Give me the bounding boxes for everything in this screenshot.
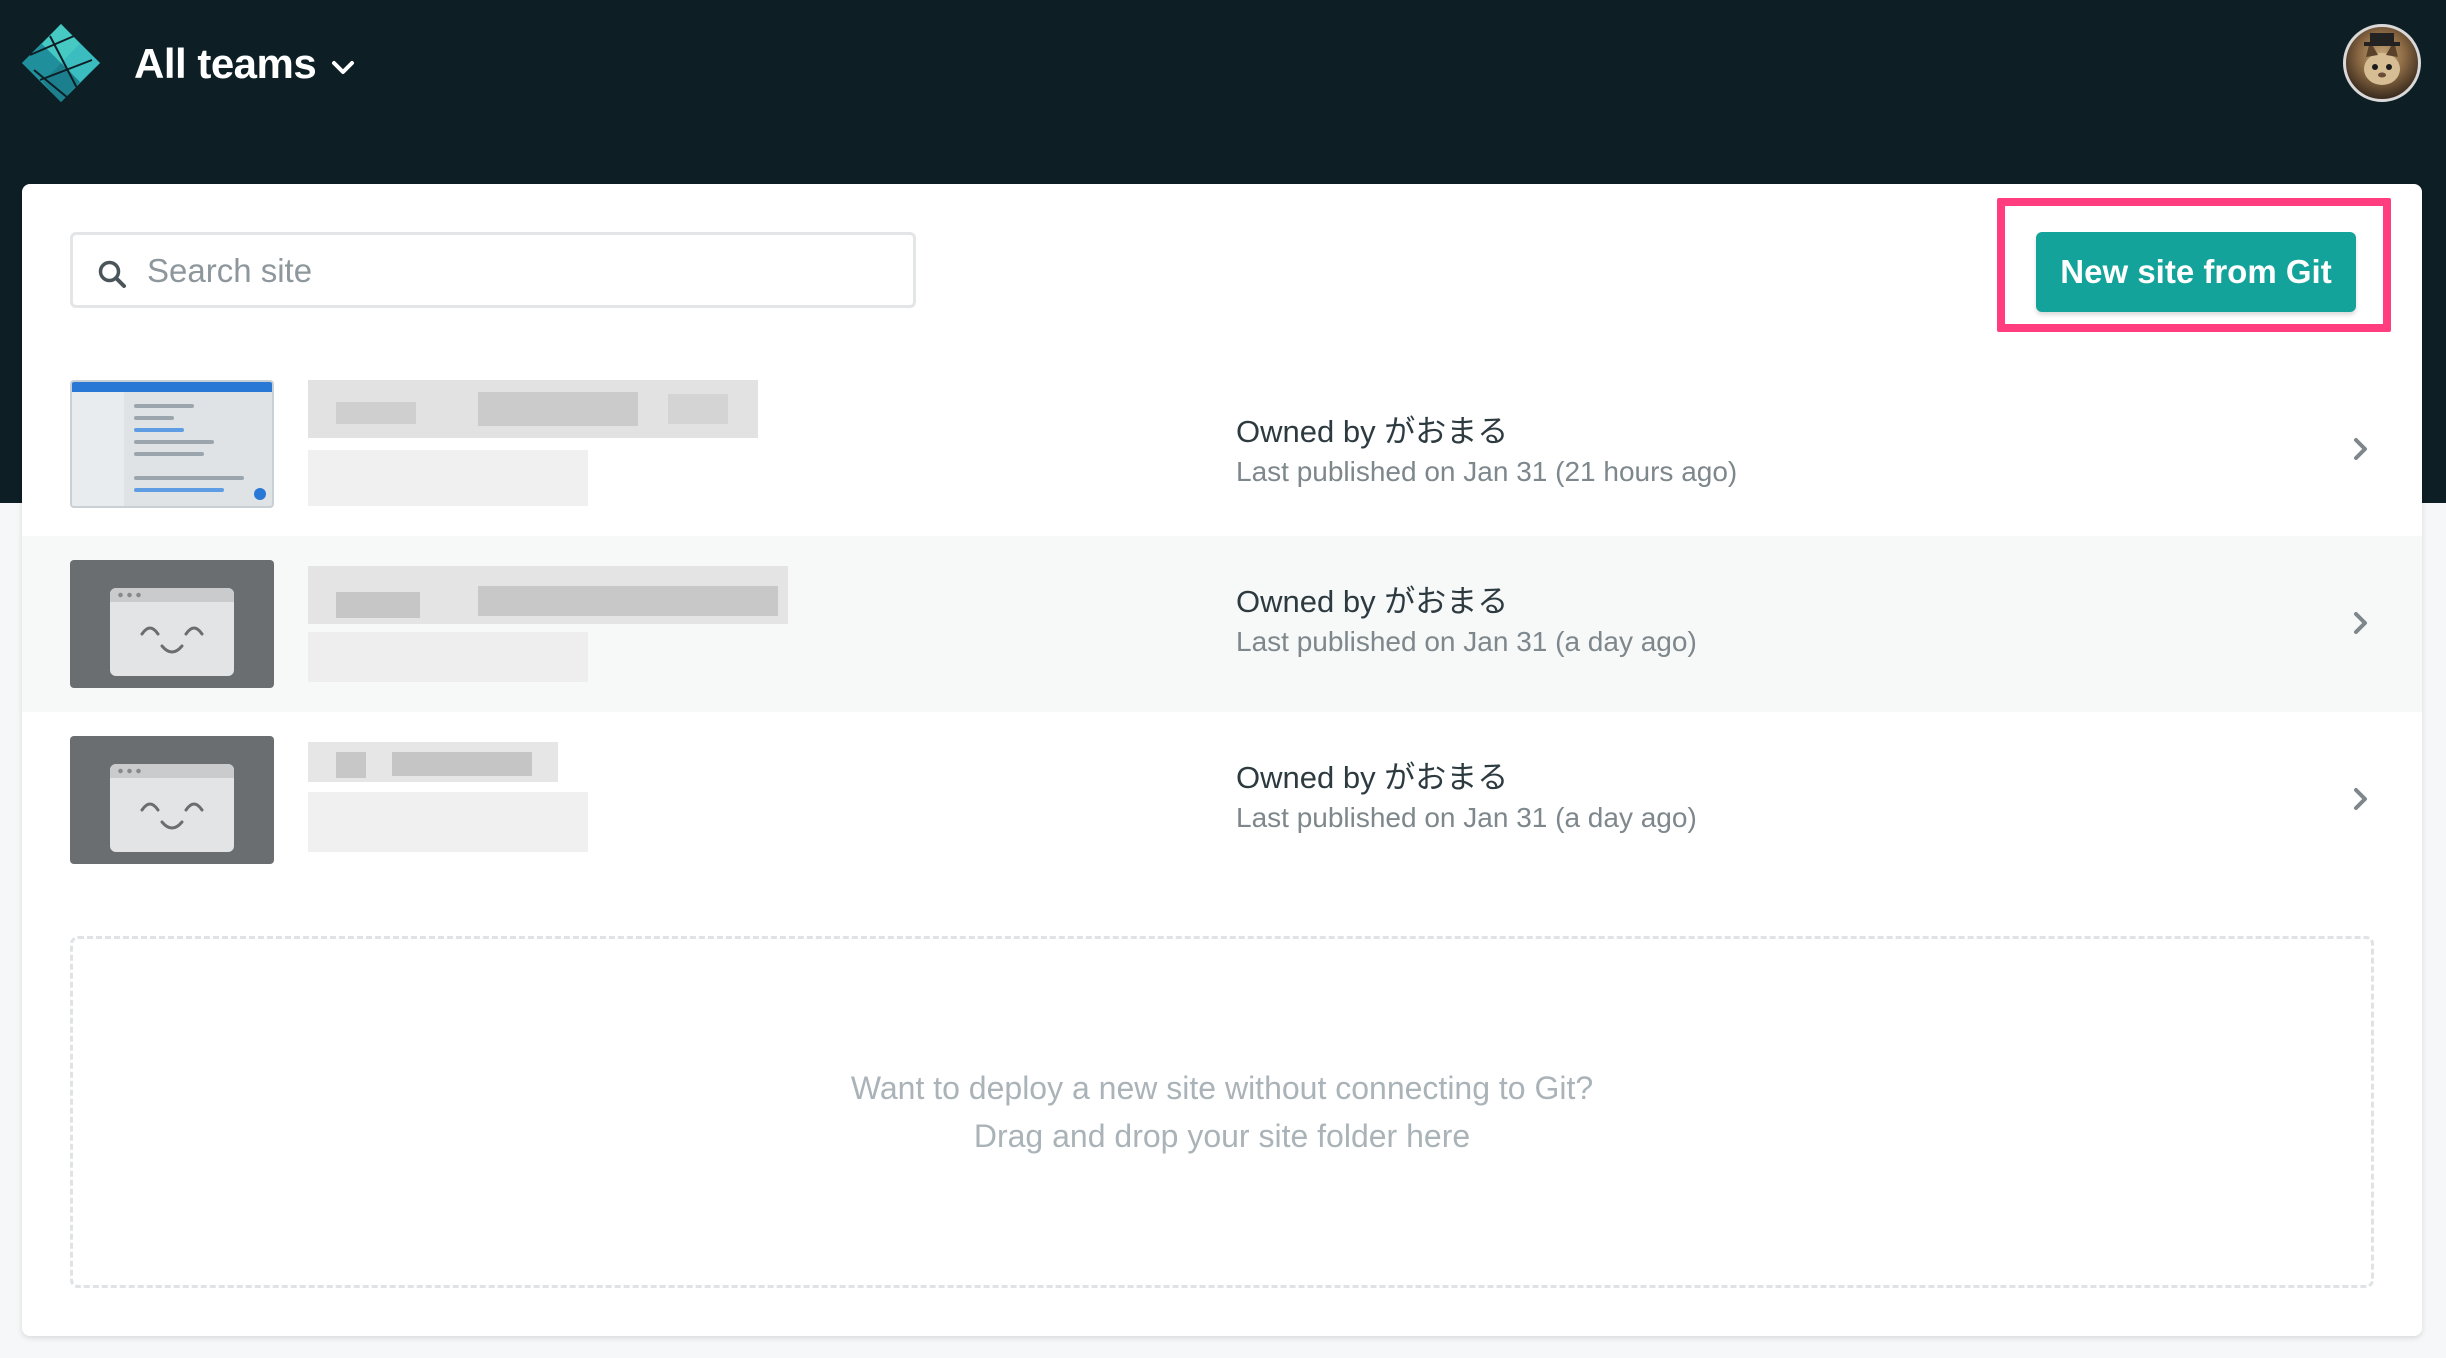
site-row[interactable]: Owned by がおまる Last published on Jan 31 (… [22,536,2422,712]
team-switcher[interactable]: All teams [134,36,356,92]
search-input[interactable] [145,235,909,307]
sites-panel: New site from Git Owned by がおまる Last pub… [22,184,2422,1336]
site-thumbnail [70,736,274,864]
chevron-down-icon [332,61,355,74]
site-last-published: Last published on Jan 31 (a day ago) [1236,626,1697,657]
drag-and-drop-zone[interactable]: Want to deploy a new site without connec… [70,936,2374,1288]
site-last-published: Last published on Jan 31 (21 hours ago) [1236,456,1738,487]
chevron-right-icon [2354,788,2367,810]
site-thumbnail [70,380,274,508]
dropzone-text-line1: Want to deploy a new site without connec… [850,1070,1594,1106]
netlify-logo-icon[interactable] [20,22,102,104]
site-owner: Owned by がおまる [1236,414,1509,449]
site-thumbnail [70,560,274,688]
chevron-right-icon [2354,612,2367,634]
site-row[interactable]: Owned by がおまる Last published on Jan 31 (… [22,368,2422,544]
smiley-face-icon [140,626,204,654]
team-switcher-label: All teams [134,40,317,87]
top-navigation: All teams [0,0,2446,130]
chevron-right-icon [2354,438,2367,460]
search-box [70,232,916,308]
site-last-published: Last published on Jan 31 (a day ago) [1236,802,1697,833]
site-owner: Owned by がおまる [1236,760,1509,795]
site-owner: Owned by がおまる [1236,584,1509,619]
dropzone-text-line2: Drag and drop your site folder here [973,1118,1471,1154]
user-avatar[interactable] [2343,24,2421,102]
smiley-face-icon [140,802,204,830]
new-site-from-git-button[interactable]: New site from Git [2036,232,2356,312]
search-icon [98,260,126,288]
site-row[interactable]: Owned by がおまる Last published on Jan 31 (… [22,712,2422,888]
